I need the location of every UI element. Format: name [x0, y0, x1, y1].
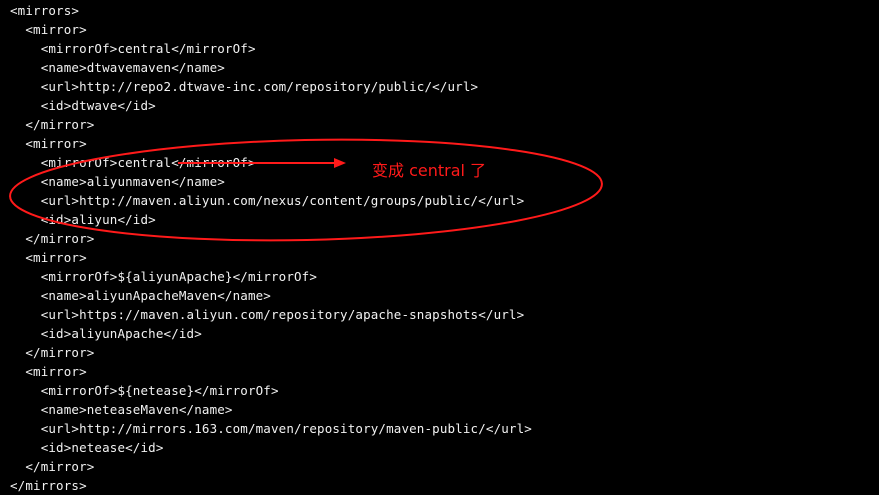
annotation-label: 变成 central 了 — [372, 161, 487, 180]
code-line: <mirror> — [10, 22, 87, 37]
code-line: </mirrors> — [10, 478, 87, 493]
code-line: <id>netease</id> — [10, 440, 164, 455]
code-line: <id>aliyunApache</id> — [10, 326, 202, 341]
code-line: <mirror> — [10, 364, 87, 379]
code-line: </mirror> — [10, 231, 95, 246]
code-line: <url>https://maven.aliyun.com/repository… — [10, 307, 525, 322]
code-line: <mirrors> — [10, 3, 80, 18]
code-line: </mirror> — [10, 459, 95, 474]
code-line: <name>dtwavemaven</name> — [10, 60, 225, 75]
code-line: <id>aliyun</id> — [10, 212, 156, 227]
xml-code-block: <mirrors> <mirror> <mirrorOf>central</mi… — [10, 1, 532, 495]
terminal-window: <mirrors> <mirror> <mirrorOf>central</mi… — [0, 0, 879, 493]
code-line: <url>http://mirrors.163.com/maven/reposi… — [10, 421, 532, 436]
code-line: <mirror> — [10, 136, 87, 151]
code-line: </mirror> — [10, 345, 95, 360]
code-line: <url>http://repo2.dtwave-inc.com/reposit… — [10, 79, 479, 94]
code-line: <name>aliyunApacheMaven</name> — [10, 288, 271, 303]
code-line: <mirror> — [10, 250, 87, 265]
code-line: <mirrorOf>${netease}</mirrorOf> — [10, 383, 279, 398]
code-line: <name>neteaseMaven</name> — [10, 402, 233, 417]
code-line: <mirrorOf>${aliyunApache}</mirrorOf> — [10, 269, 318, 284]
code-line: <id>dtwave</id> — [10, 98, 156, 113]
code-line: <url>http://maven.aliyun.com/nexus/conte… — [10, 193, 525, 208]
code-line: </mirror> — [10, 117, 95, 132]
code-line: <mirrorOf>central</mirrorOf> — [10, 41, 256, 56]
